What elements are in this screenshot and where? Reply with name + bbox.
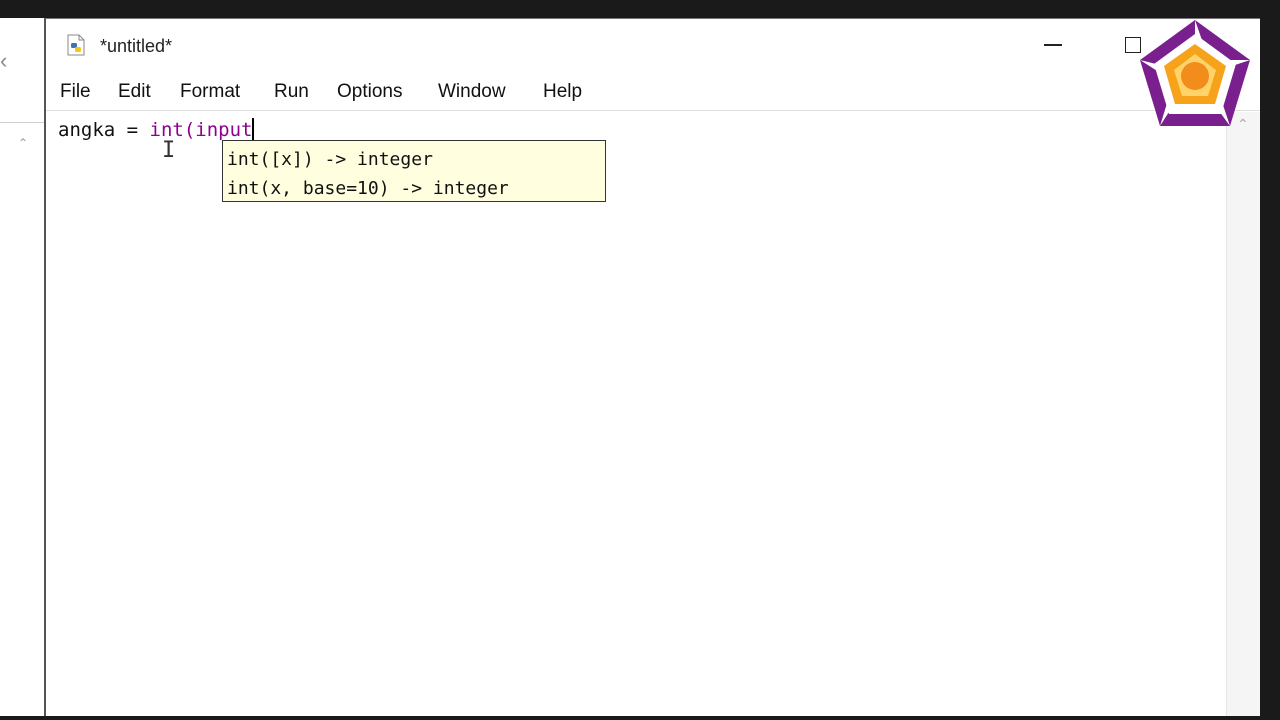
window-title: *untitled* — [100, 36, 173, 56]
calltip-line: int(x, base=10) -> integer — [227, 178, 509, 199]
menu-run[interactable]: Run — [274, 81, 309, 103]
calltip-line: int([x]) -> integer — [227, 149, 433, 170]
code-line-1[interactable]: angka = int(input — [58, 118, 255, 141]
background-window: ‹ ⌃ — [0, 18, 44, 720]
title-bar[interactable]: *untitled* — [46, 19, 1260, 71]
menu-help[interactable]: Help — [543, 81, 582, 103]
code-editor[interactable]: angka = int(input I int([x]) -> integer … — [46, 112, 1226, 719]
calltip-popup: int([x]) -> integer int(x, base=10) -> i… — [222, 140, 606, 202]
back-chevron-icon: ‹ — [0, 48, 8, 73]
logo-emblem — [1140, 20, 1250, 126]
background-divider — [0, 122, 44, 123]
screen-edge — [0, 716, 1280, 720]
menu-window[interactable]: Window — [438, 81, 506, 103]
idle-editor-window: *untitled* File Edit Format Run Options … — [44, 18, 1260, 719]
text-cursor-icon: I — [162, 138, 176, 163]
python-file-icon — [67, 34, 85, 56]
scroll-up-icon: ⌃ — [18, 136, 29, 150]
menu-edit[interactable]: Edit — [118, 81, 151, 103]
vertical-scrollbar[interactable]: ⌃ — [1226, 112, 1260, 719]
minimize-icon — [1044, 44, 1062, 46]
menu-bar: File Edit Format Run Options Window Help — [46, 71, 1260, 111]
menu-file[interactable]: File — [60, 81, 91, 103]
minimize-button[interactable] — [1038, 33, 1068, 57]
menu-options[interactable]: Options — [337, 81, 402, 103]
menu-format[interactable]: Format — [180, 81, 240, 103]
code-text: angka = — [58, 119, 150, 141]
text-caret — [252, 118, 255, 140]
